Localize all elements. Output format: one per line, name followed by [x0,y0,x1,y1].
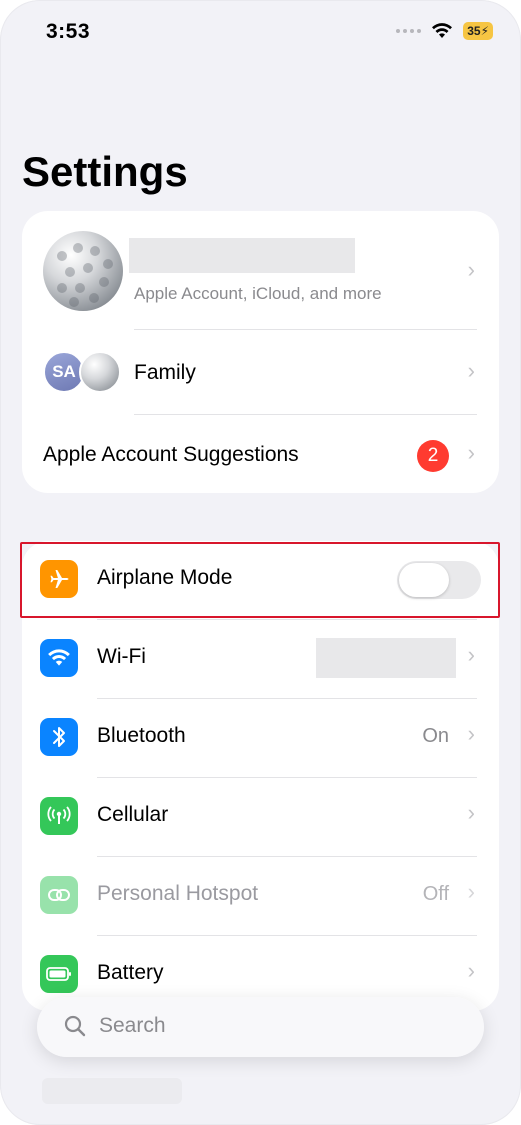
personal-hotspot-label: Personal Hotspot [97,882,259,905]
antenna-icon [40,797,78,835]
account-subtitle: Apple Account, iCloud, and more [134,284,382,303]
highlight-box [20,542,500,618]
personal-hotspot-value: Off [422,883,449,905]
chevron-right-icon: › [467,721,475,746]
wifi-row[interactable]: Wi-Fi › [22,620,499,698]
notification-badge: 2 [417,440,449,472]
account-suggestions-row[interactable]: Apple Account Suggestions 2 › [22,415,499,493]
chevron-right-icon: › [467,642,475,667]
link-icon [40,876,78,914]
bluetooth-value: On [422,725,449,747]
account-row[interactable]: Apple Account, iCloud, and more › [22,211,499,329]
signal-icon [396,29,422,33]
wifi-status-icon [432,23,453,38]
bluetooth-label: Bluetooth [97,724,186,747]
battery-status-badge: 35⚡ [463,22,493,40]
personal-hotspot-row[interactable]: Personal Hotspot Off › [22,857,499,935]
family-row[interactable]: SA Family › [22,330,499,414]
family-avatar-photo [79,351,121,393]
search-bar[interactable]: Search [37,997,484,1057]
charging-bolt-icon: ⚡ [480,24,489,38]
battery-level: 35 [467,24,481,38]
chevron-right-icon: › [467,958,475,983]
wifi-network-redacted [316,638,456,678]
phone-screen: 3:53 35⚡ Settings Apple Account, iCloud,… [0,0,521,1125]
account-name-redacted [129,238,355,273]
account-avatar [43,231,123,311]
battery-icon [40,955,78,993]
search-icon [64,1015,86,1037]
battery-label: Battery [97,961,164,984]
chevron-right-icon: › [467,879,475,904]
status-icons: 35⚡ [396,22,493,40]
obscured-row [42,1078,182,1104]
chevron-right-icon: › [467,358,475,383]
wifi-label: Wi-Fi [97,645,146,668]
account-suggestions-label: Apple Account Suggestions [43,443,299,466]
status-time: 3:53 [46,20,91,43]
bluetooth-icon [40,718,78,756]
search-placeholder: Search [99,1014,166,1037]
page-title: Settings [22,148,188,195]
cellular-row[interactable]: Cellular › [22,778,499,856]
family-label: Family [134,361,196,384]
bluetooth-row[interactable]: Bluetooth On › [22,699,499,777]
chevron-right-icon: › [467,800,475,825]
family-avatars: SA [43,351,125,393]
cellular-label: Cellular [97,803,169,826]
account-card: Apple Account, iCloud, and more › SA Fam… [22,211,499,493]
chevron-right-icon: › [467,257,475,282]
wifi-icon [40,639,78,677]
chevron-right-icon: › [467,440,475,465]
